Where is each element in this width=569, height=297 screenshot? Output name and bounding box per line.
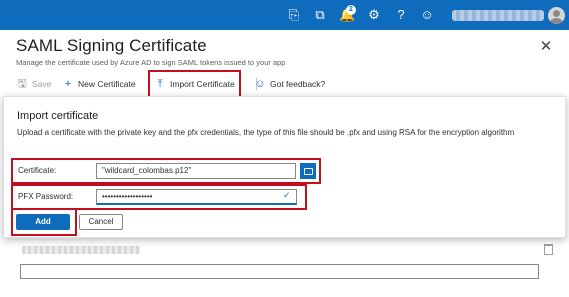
- feedback-icon: ☺: [254, 78, 266, 90]
- filter-directory-icon[interactable]: ⧉: [312, 7, 328, 23]
- trash-icon[interactable]: [544, 244, 553, 255]
- add-button-highlight: Add: [11, 208, 77, 236]
- certificate-row: Certificate: "wildcard_colombas.p12": [11, 158, 321, 184]
- checkmark-icon: ✓: [283, 190, 291, 200]
- portal-top-bar: ⎘ ⧉ 🔔 2 ⚙ ? ☺: [0, 0, 569, 30]
- redacted-email-text: [22, 246, 140, 254]
- import-certificate-label: Import Certificate: [170, 79, 235, 89]
- pfx-password-label: PFX Password:: [18, 192, 74, 201]
- settings-gear-icon[interactable]: ⚙: [366, 7, 382, 23]
- upload-arrow-icon: ⤒: [157, 77, 163, 90]
- page-title: SAML Signing Certificate: [16, 36, 207, 55]
- close-icon[interactable]: ✕: [538, 37, 554, 55]
- import-certificate-button[interactable]: ⤒ Import Certificate: [148, 70, 241, 98]
- certificate-label: Certificate:: [18, 166, 57, 175]
- import-certificate-dialog: Import certificate Upload a certificate …: [3, 96, 566, 238]
- terminal-icon[interactable]: ⎘: [286, 7, 302, 23]
- feedback-label: Got feedback?: [270, 79, 326, 89]
- account-name-redacted[interactable]: [452, 10, 544, 21]
- notifications-count-badge: 2: [346, 5, 356, 15]
- new-certificate-button[interactable]: + New Certificate: [62, 72, 136, 96]
- cancel-button[interactable]: Cancel: [79, 214, 123, 230]
- email-input[interactable]: [20, 264, 539, 279]
- save-button[interactable]: 🖫 Save: [16, 72, 51, 96]
- new-certificate-label: New Certificate: [78, 79, 136, 89]
- user-avatar[interactable]: [548, 7, 565, 24]
- dialog-title: Import certificate: [17, 110, 99, 122]
- folder-icon: [304, 168, 313, 175]
- command-toolbar: 🖫 Save + New Certificate ⤒ Import Certif…: [14, 70, 559, 98]
- add-button[interactable]: Add: [16, 214, 70, 230]
- help-question-icon[interactable]: ?: [393, 7, 409, 23]
- pfx-password-row: PFX Password: •••••••••••••••••• ✓: [11, 184, 307, 210]
- pfx-password-field[interactable]: ••••••••••••••••••: [96, 189, 297, 205]
- feedback-person-icon[interactable]: ☺: [419, 7, 435, 23]
- browse-folder-button[interactable]: [300, 163, 316, 179]
- dialog-description: Upload a certificate with the private ke…: [17, 128, 515, 137]
- plus-icon: +: [64, 78, 72, 90]
- page-subtitle: Manage the certificate used by Azure AD …: [16, 58, 286, 67]
- certificate-file-field[interactable]: "wildcard_colombas.p12": [96, 163, 296, 179]
- feedback-button[interactable]: ☺ Got feedback?: [254, 72, 325, 96]
- save-icon: 🖫: [17, 77, 27, 90]
- save-label: Save: [32, 79, 52, 89]
